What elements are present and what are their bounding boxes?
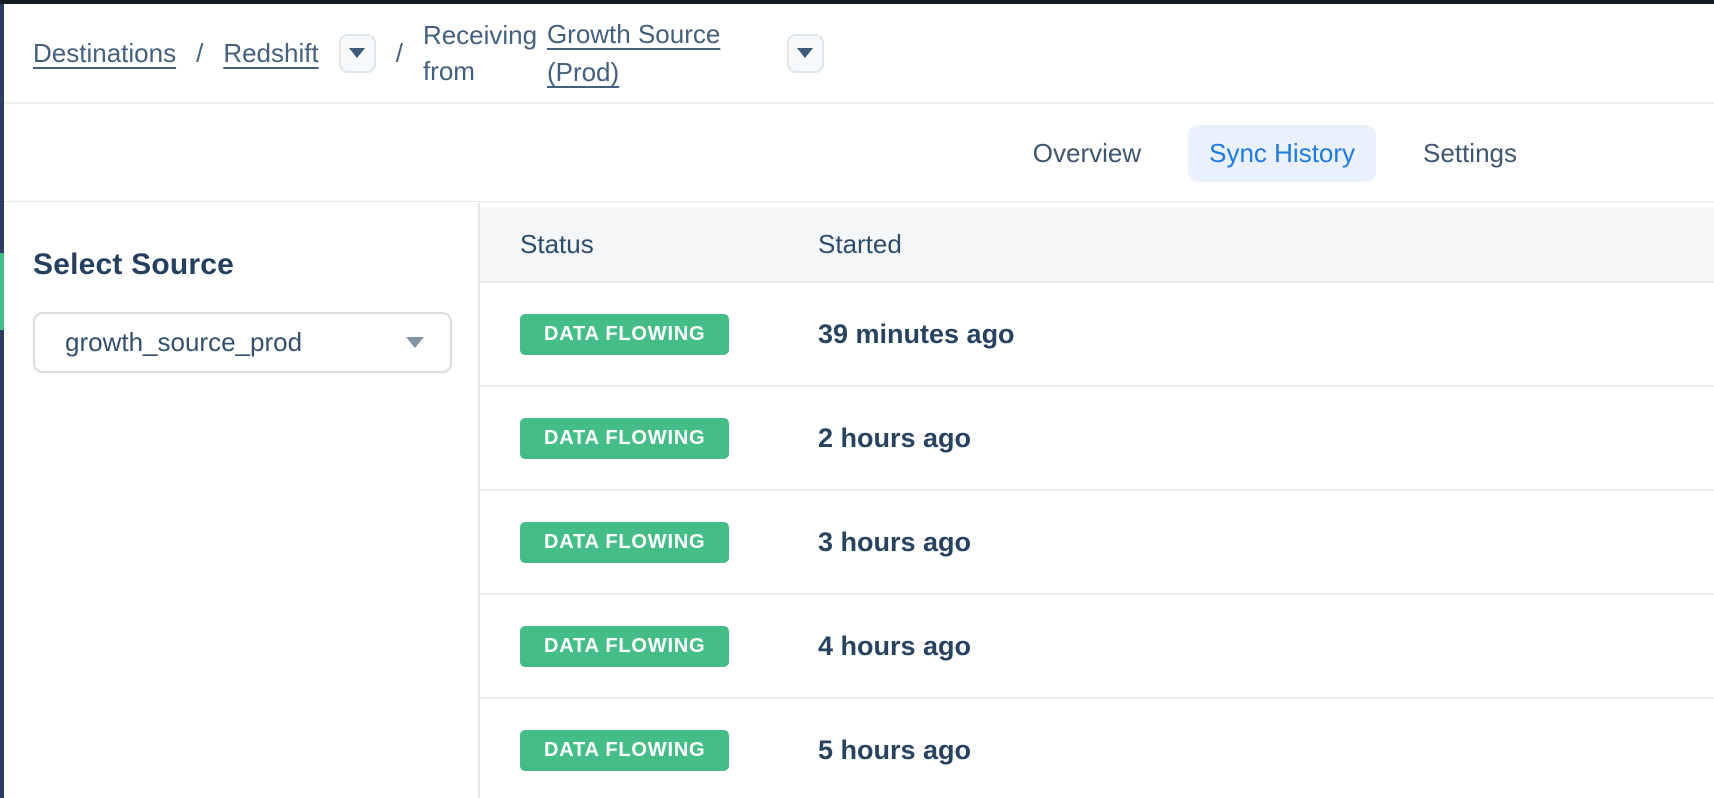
breadcrumb-separator: / bbox=[196, 38, 203, 69]
chevron-down-icon bbox=[797, 48, 813, 58]
table-row[interactable]: DATA FLOWING 3 hours ago bbox=[480, 491, 1714, 595]
collapsed-nav-rail bbox=[0, 0, 4, 798]
main-content: Select Source growth_source_prod Status … bbox=[0, 203, 1714, 798]
status-badge: DATA FLOWING bbox=[520, 626, 729, 667]
destination-switcher-button[interactable] bbox=[339, 34, 376, 73]
window-top-edge bbox=[0, 0, 1714, 4]
breadcrumb: Destinations / Redshift / Receiving from… bbox=[0, 4, 1714, 104]
table-header-row: Status Started bbox=[480, 207, 1714, 283]
nav-rail-active-indicator bbox=[0, 253, 4, 330]
tab-overview[interactable]: Overview bbox=[1012, 125, 1162, 182]
source-switcher-button[interactable] bbox=[787, 34, 824, 73]
breadcrumb-link-destinations[interactable]: Destinations bbox=[33, 38, 176, 69]
breadcrumb-receiving-from-label: Receiving from bbox=[423, 17, 547, 89]
app-window: Destinations / Redshift / Receiving from… bbox=[0, 0, 1714, 798]
started-cell: 39 minutes ago bbox=[818, 319, 1714, 350]
source-select-dropdown[interactable]: growth_source_prod bbox=[33, 312, 452, 373]
table-row[interactable]: DATA FLOWING 39 minutes ago bbox=[480, 283, 1714, 387]
status-badge: DATA FLOWING bbox=[520, 314, 729, 355]
column-header-started: Started bbox=[818, 229, 1714, 260]
started-cell: 4 hours ago bbox=[818, 631, 1714, 662]
breadcrumb-link-redshift[interactable]: Redshift bbox=[223, 38, 318, 69]
select-source-heading: Select Source bbox=[33, 248, 450, 282]
source-select-value: growth_source_prod bbox=[65, 327, 302, 358]
sync-history-table: Status Started DATA FLOWING 39 minutes a… bbox=[480, 203, 1714, 798]
column-header-status: Status bbox=[520, 229, 818, 260]
status-badge: DATA FLOWING bbox=[520, 418, 729, 459]
table-row[interactable]: DATA FLOWING 4 hours ago bbox=[480, 595, 1714, 699]
started-cell: 3 hours ago bbox=[818, 527, 1714, 558]
source-select-panel: Select Source growth_source_prod bbox=[0, 203, 480, 798]
status-badge: DATA FLOWING bbox=[520, 730, 729, 771]
breadcrumb-separator: / bbox=[396, 38, 403, 69]
chevron-down-icon bbox=[349, 48, 365, 58]
status-badge: DATA FLOWING bbox=[520, 522, 729, 563]
tab-bar: Overview Sync History Settings bbox=[0, 106, 1714, 202]
breadcrumb-link-source[interactable]: Growth Source (Prod) bbox=[547, 15, 729, 91]
started-cell: 5 hours ago bbox=[818, 735, 1714, 766]
table-row[interactable]: DATA FLOWING 5 hours ago bbox=[480, 699, 1714, 798]
tab-sync-history[interactable]: Sync History bbox=[1188, 125, 1376, 182]
started-cell: 2 hours ago bbox=[818, 423, 1714, 454]
chevron-down-icon bbox=[406, 337, 424, 348]
table-row[interactable]: DATA FLOWING 2 hours ago bbox=[480, 387, 1714, 491]
tab-settings[interactable]: Settings bbox=[1402, 125, 1538, 182]
